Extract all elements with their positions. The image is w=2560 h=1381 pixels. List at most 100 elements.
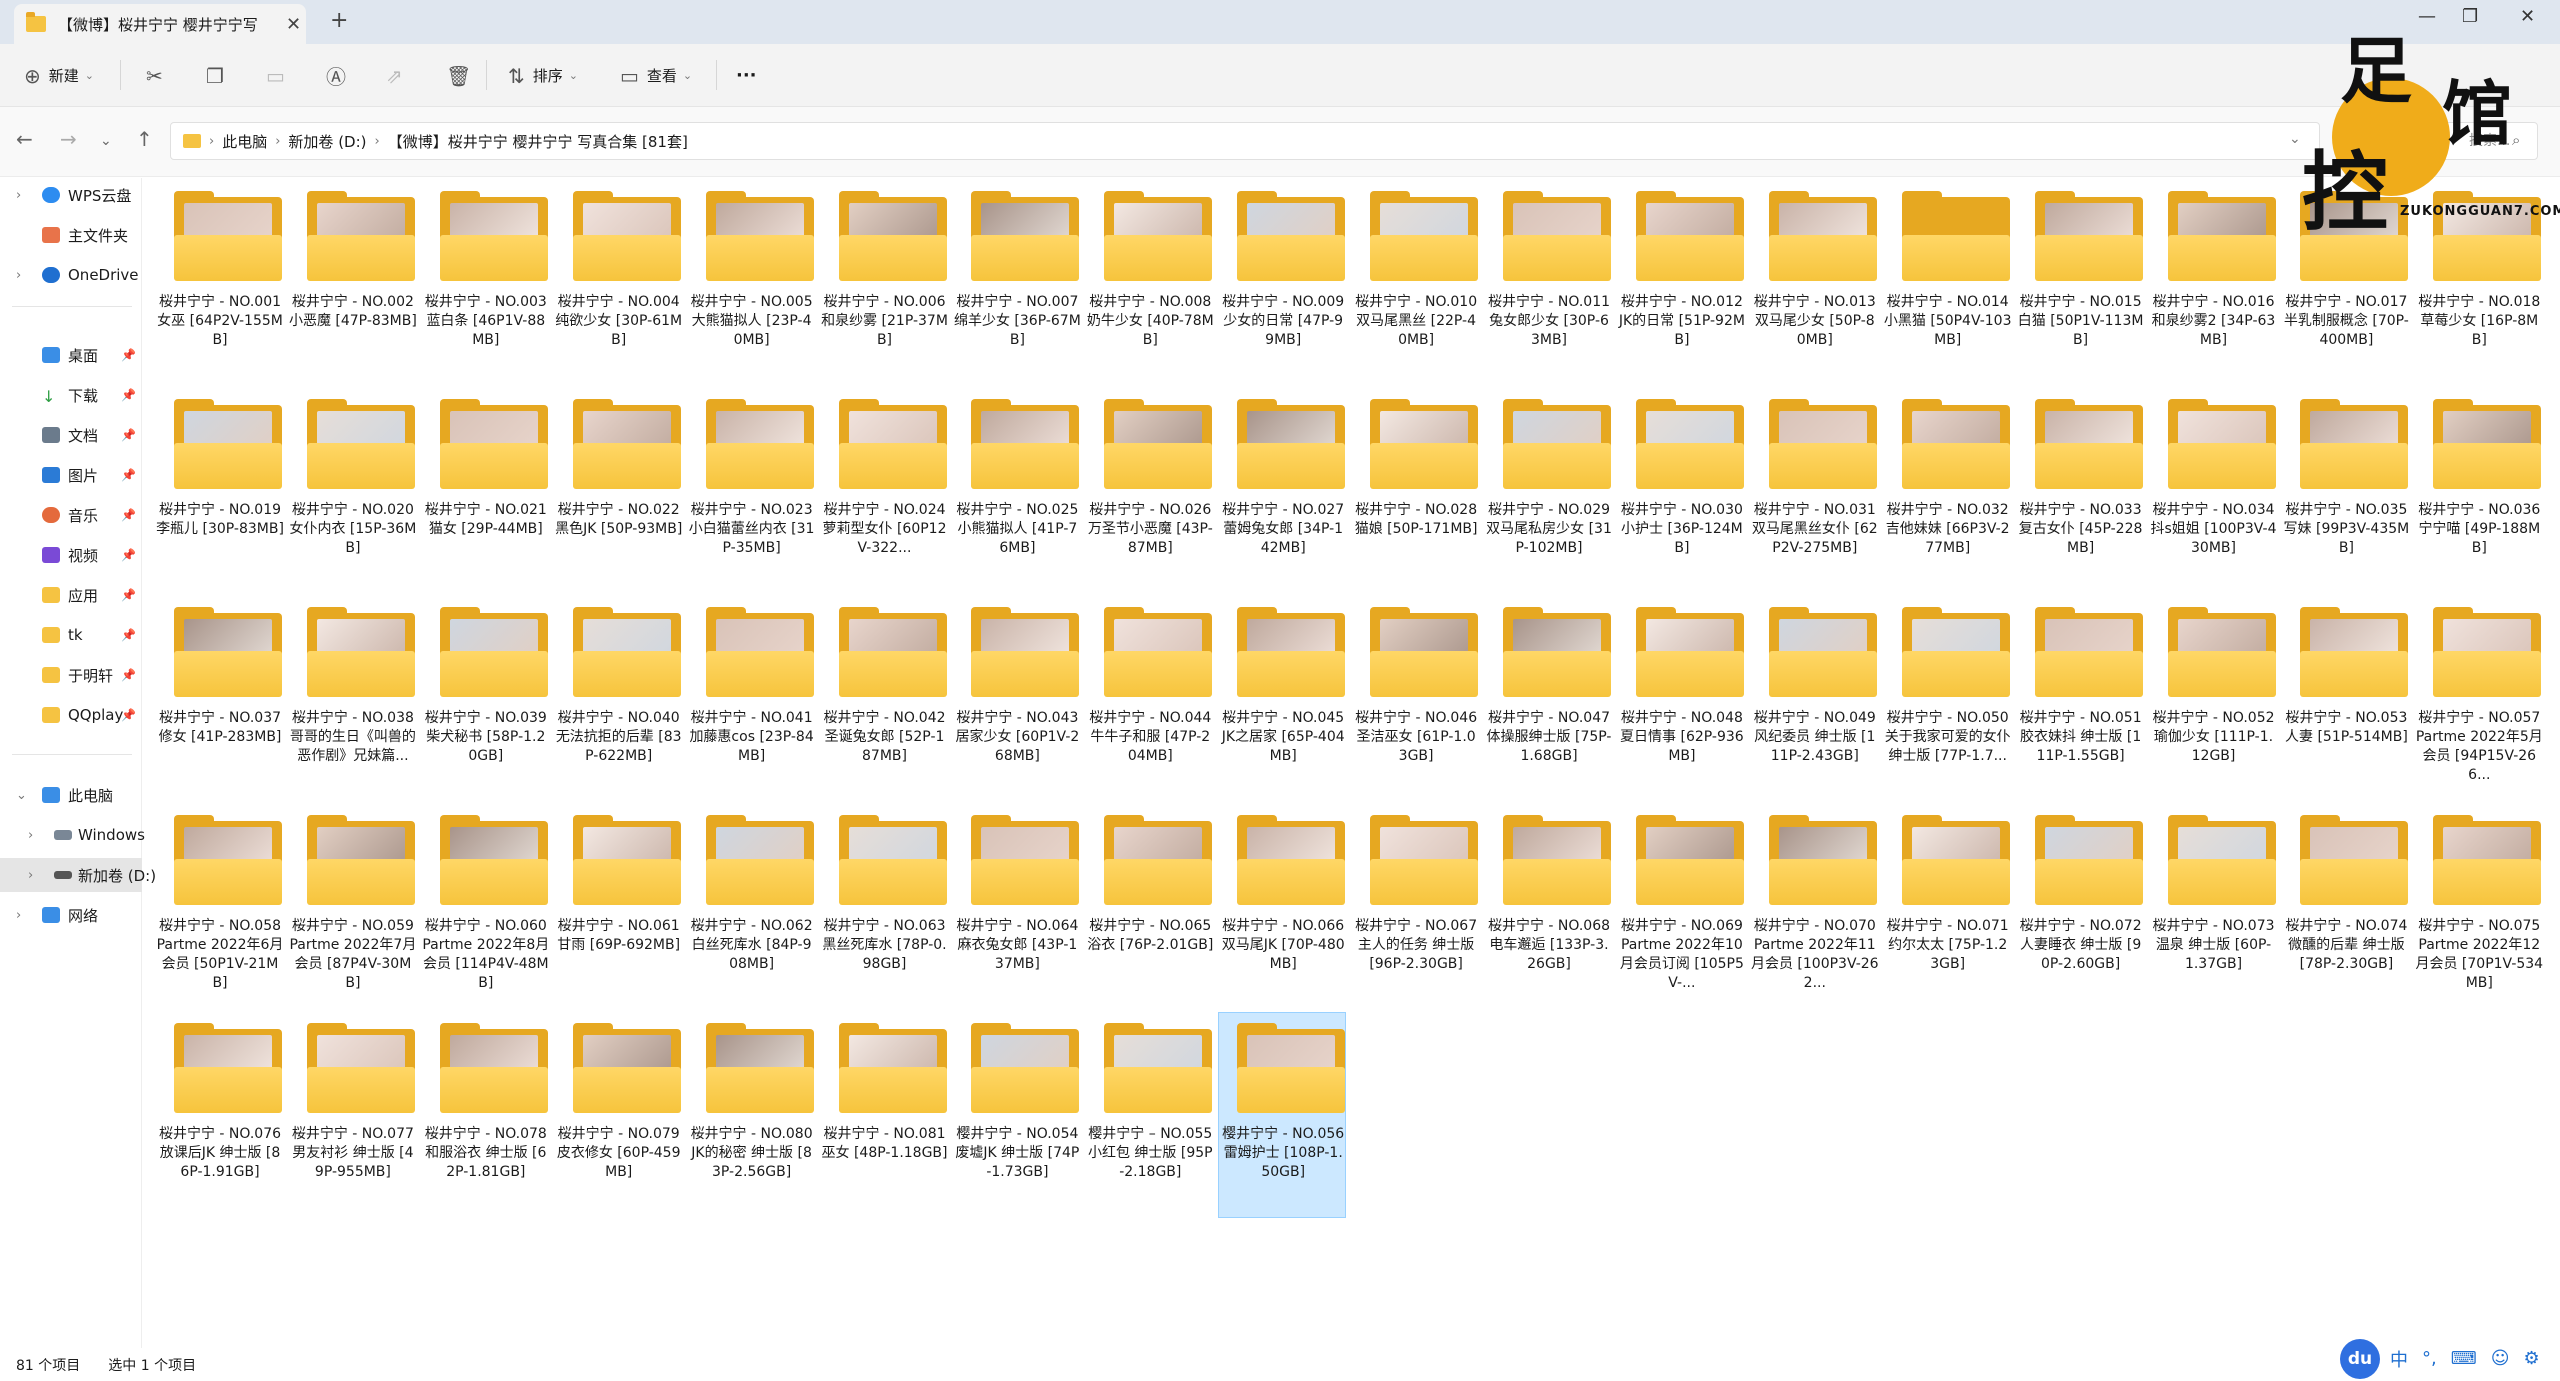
- chevron-right-icon[interactable]: ›: [16, 188, 21, 203]
- folder-item[interactable]: 桜井宁宁 - NO.074 微醺的后辈 绅士版 [78P-2.30GB]: [2281, 804, 2409, 1010]
- folder-item[interactable]: 桜井宁宁 - NO.027 蕾姆兔女郎 [34P-142MB]: [1218, 388, 1346, 594]
- person-icon[interactable]: ☺: [2491, 1348, 2510, 1369]
- folder-item[interactable]: 桜井宁宁 - NO.066 双马尾JK [70P-480MB]: [1218, 804, 1346, 1010]
- folder-item[interactable]: 桜井宁宁 - NO.081 巫女 [48P-1.18GB]: [820, 1012, 948, 1218]
- folder-item[interactable]: 桜井宁宁 - NO.041 加藤惠cos [23P-84MB]: [687, 596, 815, 802]
- folder-item[interactable]: 桜井宁宁 - NO.040 无法抗拒的后辈 [83P-622MB]: [554, 596, 682, 802]
- delete-button[interactable]: 🗑: [446, 44, 471, 107]
- folder-item[interactable]: 桜井宁宁 - NO.014 小黑猫 [50P4V-103MB]: [1883, 180, 2011, 386]
- folder-item[interactable]: 桜井宁宁 - NO.026 万圣节小恶魔 [43P-87MB]: [1085, 388, 1213, 594]
- folder-item[interactable]: 桜井宁宁 - NO.005 大熊猫拟人 [23P-40MB]: [687, 180, 815, 386]
- sidebar-item-videos[interactable]: 视频 📌: [0, 538, 142, 572]
- folder-item[interactable]: 桜井宁宁 - NO.023 小白猫蕾丝内衣 [31P-35MB]: [687, 388, 815, 594]
- folder-item[interactable]: 樱井宁宁 – NO.055 小红包 绅士版 [95P-2.18GB]: [1085, 1012, 1213, 1218]
- folder-item[interactable]: 桜井宁宁 - NO.025 小熊猫拟人 [41P-76MB]: [952, 388, 1080, 594]
- folder-item[interactable]: 桜井宁宁 - NO.075 Partme 2022年12月会员 [70P1V-5…: [2414, 804, 2543, 1010]
- breadcrumb-this-pc[interactable]: 此电脑: [222, 131, 267, 152]
- chevron-right-icon[interactable]: ›: [16, 908, 21, 923]
- sidebar-item-apps[interactable]: 应用 📌: [0, 578, 142, 612]
- folder-item[interactable]: 桜井宁宁 - NO.049 风纪委员 绅士版 [111P-2.43GB]: [1750, 596, 1878, 802]
- folder-item[interactable]: 桜井宁宁 - NO.003 蓝白条 [46P1V-88MB]: [421, 180, 549, 386]
- sidebar-item-pictures[interactable]: 图片 📌: [0, 458, 142, 492]
- address-bar[interactable]: › 此电脑 › 新加卷 (D:) › 【微博】桜井宁宁 樱井宁宁 写真合集 [8…: [170, 122, 2320, 160]
- folder-item[interactable]: 桜井宁宁 - NO.073 温泉 绅士版 [60P-1.37GB]: [2149, 804, 2277, 1010]
- folder-item[interactable]: 桜井宁宁 - NO.065 浴衣 [76P-2.01GB]: [1085, 804, 1213, 1010]
- folder-item[interactable]: 桜井宁宁 - NO.004 纯欲少女 [30P-61MB]: [554, 180, 682, 386]
- sidebar-item-desktop[interactable]: 桌面 📌: [0, 338, 142, 372]
- folder-item[interactable]: 桜井宁宁 - NO.029 双马尾私房少女 [31P-102MB]: [1484, 388, 1612, 594]
- folder-item[interactable]: 樱井宁宁 - NO.056 雷姆护士 [108P-1.50GB]: [1218, 1012, 1347, 1218]
- new-tab-icon[interactable]: +: [330, 8, 348, 33]
- folder-item[interactable]: 桜井宁宁 - NO.021 猫女 [29P-44MB]: [421, 388, 549, 594]
- tab-close-icon[interactable]: ✕: [286, 14, 301, 35]
- folder-item[interactable]: 桜井宁宁 - NO.009 少女的日常 [47P-99MB]: [1218, 180, 1346, 386]
- breadcrumb-folder[interactable]: 【微博】桜井宁宁 樱井宁宁 写真合集 [81套]: [388, 131, 688, 152]
- folder-item[interactable]: 桜井宁宁 - NO.072 人妻睡衣 绅士版 [90P-2.60GB]: [2016, 804, 2144, 1010]
- folder-item[interactable]: 桜井宁宁 - NO.069 Partme 2022年10月会员订阅 [105P5…: [1617, 804, 1745, 1010]
- view-button[interactable]: ▭ 查看 ⌄: [620, 44, 692, 107]
- sidebar-item-qqplay[interactable]: QQplay 📌: [0, 698, 142, 732]
- punctuation-icon[interactable]: °,: [2422, 1348, 2437, 1369]
- breadcrumb-drive[interactable]: 新加卷 (D:): [288, 131, 366, 152]
- folder-item[interactable]: 桜井宁宁 - NO.063 黑丝死库水 [78P-0.98GB]: [820, 804, 948, 1010]
- folder-item[interactable]: 桜井宁宁 - NO.002 小恶魔 [47P-83MB]: [288, 180, 417, 386]
- chevron-right-icon[interactable]: ›: [16, 268, 21, 283]
- folder-item[interactable]: 桜井宁宁 - NO.032 吉他妹妹 [66P3V-277MB]: [1883, 388, 2011, 594]
- folder-item[interactable]: 桜井宁宁 - NO.079 皮衣修女 [60P-459MB]: [554, 1012, 682, 1218]
- sidebar-item-new-volume-d[interactable]: › 新加卷 (D:): [0, 858, 156, 892]
- sidebar-item-network[interactable]: › 网络: [0, 898, 142, 932]
- folder-item[interactable]: 桜井宁宁 - NO.044 牛牛子和服 [47P-204MB]: [1085, 596, 1213, 802]
- folder-item[interactable]: 桜井宁宁 - NO.060 Partme 2022年8月会员 [114P4V-4…: [421, 804, 549, 1010]
- folder-item[interactable]: 桜井宁宁 - NO.052 瑜伽少女 [111P-1.12GB]: [2149, 596, 2277, 802]
- folder-tab[interactable]: 【微博】桜井宁宁 樱井宁宁写 ✕: [14, 4, 306, 44]
- settings-icon[interactable]: ⚙: [2523, 1348, 2539, 1369]
- folder-item[interactable]: 桜井宁宁 - NO.045 JK之居家 [65P-404MB]: [1218, 596, 1346, 802]
- folder-item[interactable]: 桜井宁宁 - NO.031 双马尾黑丝女仆 [62P2V-275MB]: [1750, 388, 1878, 594]
- folder-item[interactable]: 樱井宁宁 - NO.054 废墟JK 绅士版 [74P-1.73GB]: [952, 1012, 1080, 1218]
- folder-item[interactable]: 桜井宁宁 - NO.035 写妹 [99P3V-435MB]: [2281, 388, 2409, 594]
- up-icon[interactable]: ↑: [136, 127, 153, 151]
- folder-item[interactable]: 桜井宁宁 - NO.012 JK的日常 [51P-92MB]: [1617, 180, 1745, 386]
- folder-item[interactable]: 桜井宁宁 - NO.006 和泉纱雾 [21P-37MB]: [820, 180, 948, 386]
- folder-item[interactable]: 桜井宁宁 - NO.053 人妻 [51P-514MB]: [2281, 596, 2409, 802]
- sidebar-item-documents[interactable]: 文档 📌: [0, 418, 142, 452]
- folder-item[interactable]: 桜井宁宁 - NO.064 麻衣兔女郎 [43P-137MB]: [952, 804, 1080, 1010]
- folder-item[interactable]: 桜井宁宁 - NO.013 双马尾少女 [50P-80MB]: [1750, 180, 1878, 386]
- chevron-right-icon[interactable]: ›: [28, 828, 33, 843]
- sidebar-item-onedrive[interactable]: › OneDrive: [0, 258, 142, 292]
- folder-item[interactable]: 桜井宁宁 - NO.011 兔女郎少女 [30P-63MB]: [1484, 180, 1612, 386]
- share-button[interactable]: ⇗: [386, 44, 403, 107]
- folder-item[interactable]: 桜井宁宁 - NO.038 哥哥的生日《叫兽的恶作剧》兄妹篇...: [288, 596, 416, 802]
- folder-item[interactable]: 桜井宁宁 - NO.078 和服浴衣 绅士版 [62P-1.81GB]: [421, 1012, 549, 1218]
- folder-item[interactable]: 桜井宁宁 - NO.051 胶衣妹抖 绅士版 [111P-1.55GB]: [2016, 596, 2144, 802]
- du-logo-icon[interactable]: du: [2340, 1338, 2380, 1379]
- back-icon[interactable]: ←: [16, 127, 33, 151]
- new-button[interactable]: ⊕ 新建 ⌄: [24, 44, 94, 107]
- folder-item[interactable]: 桜井宁宁 - NO.022 黑色JK [50P-93MB]: [554, 388, 682, 594]
- chevron-down-icon[interactable]: ⌄: [16, 788, 27, 803]
- folder-item[interactable]: 桜井宁宁 - NO.048 夏日情事 [62P-936MB]: [1617, 596, 1745, 802]
- folder-item[interactable]: 桜井宁宁 - NO.024 萝莉型女仆 [60P12V-322...: [820, 388, 948, 594]
- copy-button[interactable]: ❐: [206, 44, 224, 107]
- more-button[interactable]: ···: [736, 44, 757, 107]
- folder-item[interactable]: 桜井宁宁 - NO.047 体操服绅士版 [75P-1.68GB]: [1484, 596, 1612, 802]
- keyboard-icon[interactable]: ⌨: [2451, 1348, 2477, 1369]
- sidebar-item-music[interactable]: 音乐 📌: [0, 498, 142, 532]
- folder-item[interactable]: 桜井宁宁 - NO.061 甘雨 [69P-692MB]: [554, 804, 682, 1010]
- folder-item[interactable]: 桜井宁宁 - NO.077 男友衬衫 绅士版 [49P-955MB]: [288, 1012, 416, 1218]
- folder-item[interactable]: 桜井宁宁 - NO.034 抖s姐姐 [100P3V-430MB]: [2149, 388, 2277, 594]
- folder-item[interactable]: 桜井宁宁 - NO.080 JK的秘密 绅士版 [83P-2.56GB]: [687, 1012, 815, 1218]
- folder-item[interactable]: 桜井宁宁 - NO.042 圣诞兔女郎 [52P-187MB]: [820, 596, 948, 802]
- sidebar-item-wps[interactable]: › WPS云盘: [0, 178, 142, 212]
- folder-item[interactable]: 桜井宁宁 - NO.070 Partme 2022年11月会员 [100P3V-…: [1750, 804, 1879, 1010]
- folder-item[interactable]: 桜井宁宁 - NO.007 绵羊少女 [36P-67MB]: [952, 180, 1081, 386]
- folder-item[interactable]: 桜井宁宁 - NO.071 约尔太太 [75P-1.23GB]: [1883, 804, 2011, 1010]
- folder-item[interactable]: 桜井宁宁 - NO.059 Partme 2022年7月会员 [87P4V-30…: [288, 804, 416, 1010]
- paste-button[interactable]: ▭: [266, 44, 285, 107]
- sidebar-item-downloads[interactable]: ↓ 下载 📌: [0, 378, 142, 412]
- sidebar-item-this-pc[interactable]: ⌄ 此电脑: [0, 778, 142, 812]
- sidebar-item-yumingxuan[interactable]: 于明轩 📌: [0, 658, 142, 692]
- folder-item[interactable]: 桜井宁宁 - NO.050 关于我家可爱的女仆 绅士版 [77P-1.7...: [1883, 596, 2011, 802]
- sidebar-item-home[interactable]: 主文件夹: [0, 218, 142, 252]
- folder-item[interactable]: 桜井宁宁 - NO.015 白猫 [50P1V-113MB]: [2016, 180, 2144, 386]
